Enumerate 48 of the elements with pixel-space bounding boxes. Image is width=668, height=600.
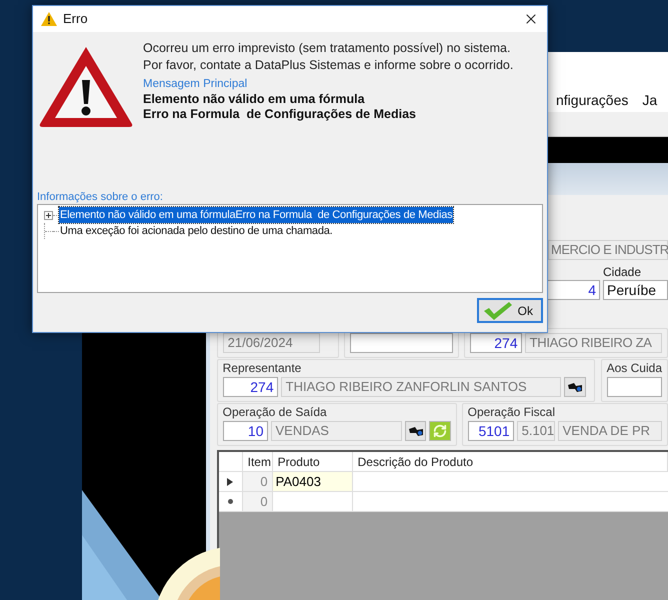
field-label: Cidade (603, 264, 642, 280)
section-label: Informações sobre o erro: (37, 190, 164, 204)
menu-item[interactable]: nfigurações (556, 90, 628, 110)
tree-item[interactable]: Uma exceção foi acionada pelo destino de uma chamada. (59, 222, 334, 240)
ok-button[interactable]: Ok (477, 298, 543, 323)
main-message: Elemento não válido em uma fórmula (143, 92, 366, 107)
checkmark-icon (483, 300, 513, 320)
client-code-field[interactable]: 274 (470, 333, 522, 353)
search-button[interactable] (564, 377, 586, 397)
input-field[interactable] (350, 333, 453, 353)
error-message: Ocorreu um erro imprevisto (sem tratamento possível) no sistema. (143, 40, 512, 57)
menu-item[interactable]: Ja (642, 90, 658, 110)
binoculars-icon (408, 425, 424, 437)
expand-toggle[interactable] (44, 210, 53, 220)
exit-operation-code-field[interactable]: 10 (222, 421, 268, 441)
input-field[interactable] (606, 377, 662, 397)
column-header[interactable]: Produto (272, 452, 353, 471)
current-row-icon (227, 478, 234, 486)
exit-operation-name-field[interactable]: VENDAS (270, 421, 402, 441)
error-message: Por favor, contate a DataPlus Sistemas e informe sobre o ocorrido. (143, 57, 514, 74)
date-field[interactable]: 21/06/2024 (222, 333, 320, 353)
group-label: Operação Fiscal (468, 404, 556, 421)
table-cell: 0 (242, 472, 273, 491)
group-label: Aos Cuida (606, 360, 662, 377)
representative-name-field[interactable]: THIAGO RIBEIRO ZANFORLIN SANTOS (280, 377, 561, 397)
tree-item[interactable]: Elemento não válido em uma fórmulaErro na Formula de Configurações de Medias (59, 206, 454, 224)
search-button[interactable] (404, 421, 426, 441)
group-label: Representante (222, 360, 302, 377)
column-header[interactable]: Item (242, 452, 273, 471)
refresh-icon (432, 424, 447, 438)
company-field[interactable]: MERCIO E INDUSTR (548, 240, 668, 260)
group-label: Operação de Saída (222, 404, 328, 421)
table-cell: PA0403 (272, 472, 353, 491)
cfop-field[interactable]: 5.101 (516, 421, 555, 441)
representative-code-field[interactable]: 274 (222, 377, 278, 397)
binoculars-icon (566, 381, 583, 393)
city-field[interactable]: Peruíbe (603, 280, 668, 300)
column-header[interactable]: Descrição do Produto (352, 452, 668, 471)
warning-icon (41, 12, 57, 26)
fiscal-operation-name-field[interactable]: VENDA DE PR (558, 421, 662, 441)
section-label: Mensagem Principal (143, 77, 248, 92)
fiscal-operation-code-field[interactable]: 5101 (468, 421, 514, 441)
plus-icon (46, 212, 51, 218)
main-message: Erro na Formula de Configurações de Medias (143, 107, 417, 122)
client-name-field[interactable]: THIAGO RIBEIRO ZA (524, 333, 662, 353)
table-cell: 0 (242, 492, 273, 511)
new-row-icon (228, 499, 233, 504)
window-title: Erro (63, 10, 89, 28)
